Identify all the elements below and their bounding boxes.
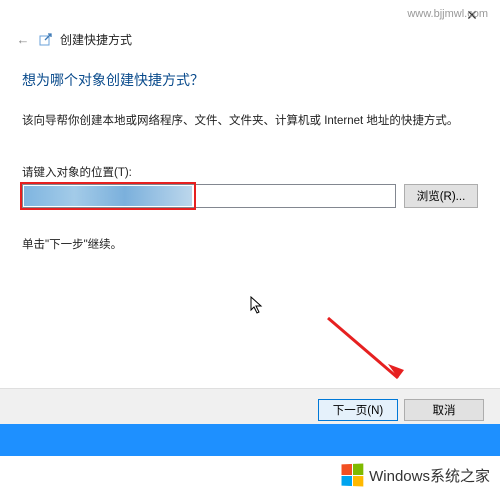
annotation-arrow-icon (320, 310, 420, 400)
location-row: 浏览(R)... (22, 184, 478, 208)
header: ← 创建快捷方式 (0, 30, 500, 54)
watermark: Windows系统之家 (341, 464, 490, 486)
next-button[interactable]: 下一页(N) (318, 399, 398, 421)
browse-button[interactable]: 浏览(R)... (404, 184, 478, 208)
back-arrow-icon[interactable]: ← (14, 30, 32, 48)
dialog-title: 创建快捷方式 (60, 31, 132, 48)
windows-logo-icon (342, 464, 364, 487)
cancel-button[interactable]: 取消 (404, 399, 484, 421)
watermark-url: www.bjjmwl.com (407, 8, 488, 20)
main-heading: 想为哪个对象创建快捷方式？ (22, 70, 478, 90)
create-shortcut-dialog: www.bjjmwl.com ✕ ← 创建快捷方式 想为哪个对象创建快捷方式？ … (0, 0, 500, 500)
watermark-text: Windows系统之家 (369, 465, 490, 486)
location-label: 请键入对象的位置(T): (22, 164, 478, 180)
description-text: 该向导帮你创建本地或网络程序、文件、文件夹、计算机或 Internet 地址的快… (22, 112, 478, 130)
shortcut-icon (38, 31, 54, 47)
instruction-text: 单击"下一步"继续。 (22, 236, 478, 252)
content-area: 想为哪个对象创建快捷方式？ 该向导帮你创建本地或网络程序、文件、文件夹、计算机或… (0, 54, 500, 252)
taskbar-band (0, 424, 500, 456)
cursor-icon (250, 296, 266, 316)
location-input[interactable] (22, 184, 396, 208)
